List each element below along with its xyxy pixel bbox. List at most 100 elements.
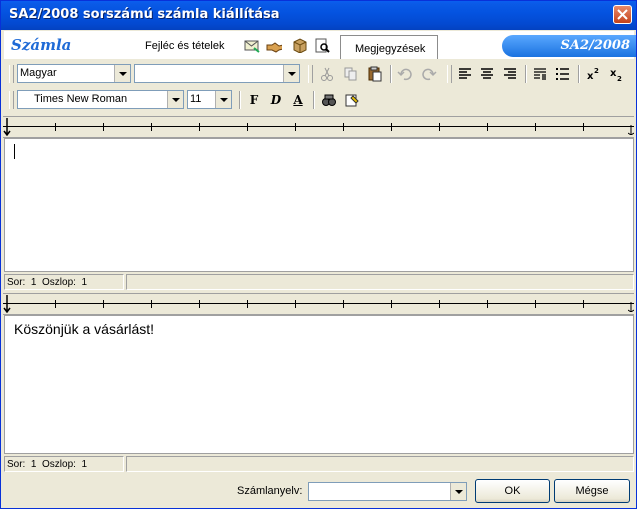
ruler-tick (247, 123, 248, 131)
footer-text-editor[interactable]: Köszönjük a vásárlást! (4, 315, 634, 454)
toolbar-separator (313, 91, 315, 109)
right-margin-marker-icon[interactable] (628, 125, 634, 135)
indent-marker-icon[interactable] (3, 118, 11, 136)
ruler-tick (55, 123, 56, 131)
paragraph-button[interactable] (530, 64, 550, 84)
invoice-language-label: Számlanyelv: (237, 485, 303, 497)
align-center-icon (481, 68, 493, 79)
cursor-position: Sor: 1 Oszlop: 1 (4, 456, 124, 472)
find-replace-icon (345, 94, 359, 107)
svg-text:x: x (587, 71, 594, 82)
ruler-tick (343, 123, 344, 131)
formatting-toolbar-2: Times New Roman 11 F D A (7, 88, 635, 112)
toolbar-separator (525, 65, 527, 83)
mail-icon[interactable] (244, 38, 260, 53)
title-bar[interactable]: SA2/2008 sorszámú számla kiállítása (1, 1, 636, 30)
subscript-button[interactable]: x2 (607, 64, 627, 84)
align-center-button[interactable] (477, 64, 497, 84)
ruler-tick (343, 300, 344, 308)
replace-button[interactable] (342, 90, 362, 110)
ruler-tick (391, 123, 392, 131)
col-label: Oszlop: (42, 277, 76, 288)
window-title: SA2/2008 sorszámú számla kiállítása (9, 7, 280, 22)
dialog-window: SA2/2008 sorszámú számla kiállítása Szám… (0, 0, 637, 509)
ruler-tick (439, 300, 440, 308)
redo-button[interactable] (419, 64, 439, 84)
bullets-button[interactable] (553, 64, 573, 84)
paste-button[interactable] (365, 64, 385, 84)
formatting-toolbar-1: Magyar x2 x2 (7, 62, 635, 86)
tab-header-items[interactable]: Fejléc és tételek (145, 40, 224, 52)
ruler-tick (535, 300, 536, 308)
header-text-editor[interactable] (4, 138, 634, 272)
toolbar-grip[interactable] (9, 91, 14, 109)
bold-button[interactable]: F (244, 90, 264, 110)
print-preview-icon[interactable] (314, 38, 330, 53)
chevron-down-icon[interactable] (114, 65, 130, 82)
ruler-tick (487, 123, 488, 131)
undo-button[interactable] (395, 64, 415, 84)
align-left-button[interactable] (455, 64, 475, 84)
font-select[interactable]: Times New Roman (17, 90, 184, 109)
style-select[interactable] (134, 64, 300, 83)
row-label: Sor: (7, 277, 26, 288)
ruler-tick (535, 123, 536, 131)
chevron-down-icon[interactable] (215, 91, 231, 108)
ruler-tick (55, 300, 56, 308)
language-select[interactable]: Magyar (17, 64, 131, 83)
clipboard-icon (368, 66, 382, 82)
row-label: Sor: (7, 459, 26, 470)
document-header: Számla Fejléc és tételek Megjegyzések SA… (4, 31, 636, 59)
toolbar-separator (578, 65, 580, 83)
redo-icon (422, 68, 437, 81)
svg-text:2: 2 (594, 67, 599, 75)
close-button[interactable] (613, 5, 632, 24)
svg-text:x: x (610, 68, 617, 79)
align-left-icon (459, 68, 471, 79)
toolbar-grip[interactable] (9, 65, 14, 83)
toolbar-grip[interactable] (447, 65, 452, 83)
chevron-down-icon[interactable] (450, 483, 466, 500)
status-bar-1: Sor: 1 Oszlop: 1 (4, 274, 634, 290)
handshake-icon[interactable] (266, 38, 282, 53)
col-value: 1 (81, 459, 88, 470)
toolbar-separator (239, 91, 241, 109)
ruler-tick (247, 300, 248, 308)
scissors-icon (321, 67, 333, 81)
copy-button[interactable] (341, 64, 361, 84)
copy-icon (344, 67, 357, 81)
underline-button[interactable]: A (288, 90, 308, 110)
align-right-button[interactable] (500, 64, 520, 84)
ok-button[interactable]: OK (475, 479, 550, 503)
indent-marker-icon[interactable] (3, 295, 11, 313)
toolbar-grip[interactable] (308, 65, 313, 83)
invoice-language-select[interactable] (308, 482, 467, 501)
ruler-tick (583, 123, 584, 131)
tab-notes-label: Megjegyzések (355, 43, 426, 55)
text-cursor (14, 144, 15, 159)
svg-text:2: 2 (617, 75, 622, 82)
ruler-tick (199, 300, 200, 308)
cancel-button[interactable]: Mégse (554, 479, 630, 503)
ruler-tick (103, 300, 104, 308)
row-value: 1 (30, 277, 37, 288)
cut-button[interactable] (317, 64, 337, 84)
find-button[interactable] (319, 90, 339, 110)
align-right-icon (504, 68, 516, 79)
chevron-down-icon[interactable] (283, 65, 299, 82)
ruler-tick (199, 123, 200, 131)
font-size-select[interactable]: 11 (187, 90, 232, 109)
chevron-down-icon[interactable] (167, 91, 183, 108)
superscript-button[interactable]: x2 (584, 64, 604, 84)
cursor-position: Sor: 1 Oszlop: 1 (4, 274, 124, 290)
ruler-top[interactable] (3, 116, 634, 138)
footer-editor-text: Köszönjük a vásárlást! (14, 321, 155, 337)
col-value: 1 (81, 277, 88, 288)
italic-button[interactable]: D (266, 90, 286, 110)
package-icon[interactable] (291, 38, 307, 53)
ruler-bottom[interactable] (3, 293, 634, 315)
tab-notes[interactable]: Megjegyzések (340, 35, 438, 59)
right-margin-marker-icon[interactable] (628, 302, 634, 312)
binoculars-icon (322, 94, 336, 106)
undo-icon (397, 68, 412, 81)
